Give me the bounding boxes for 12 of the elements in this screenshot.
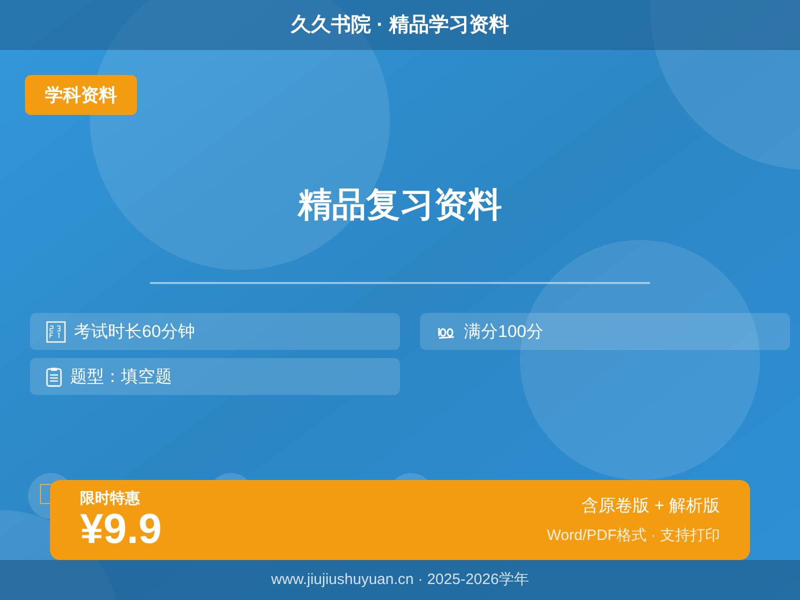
offer-label: 限时特惠 [80, 490, 141, 508]
header-title: 久久书院 · 精品学习资料 [291, 12, 509, 38]
info-text: 满分100分 [464, 320, 544, 343]
footer-text: www.jiujiushuyuan.cn · 2025-2026学年 [271, 570, 529, 590]
info-text: 考试时长60分钟 [74, 320, 195, 343]
edition-text: 含原卷版 + 解析版 [582, 495, 720, 517]
clipboard-icon [46, 366, 62, 386]
subject-badge: 学科资料 [25, 75, 137, 115]
info-text: 题型：填空题 [70, 366, 172, 388]
price-text: ¥9.9 [80, 508, 162, 550]
main-title: 精品复习资料 [298, 185, 502, 225]
format-text: Word/PDF格式 · 支持打印 [546, 526, 720, 546]
